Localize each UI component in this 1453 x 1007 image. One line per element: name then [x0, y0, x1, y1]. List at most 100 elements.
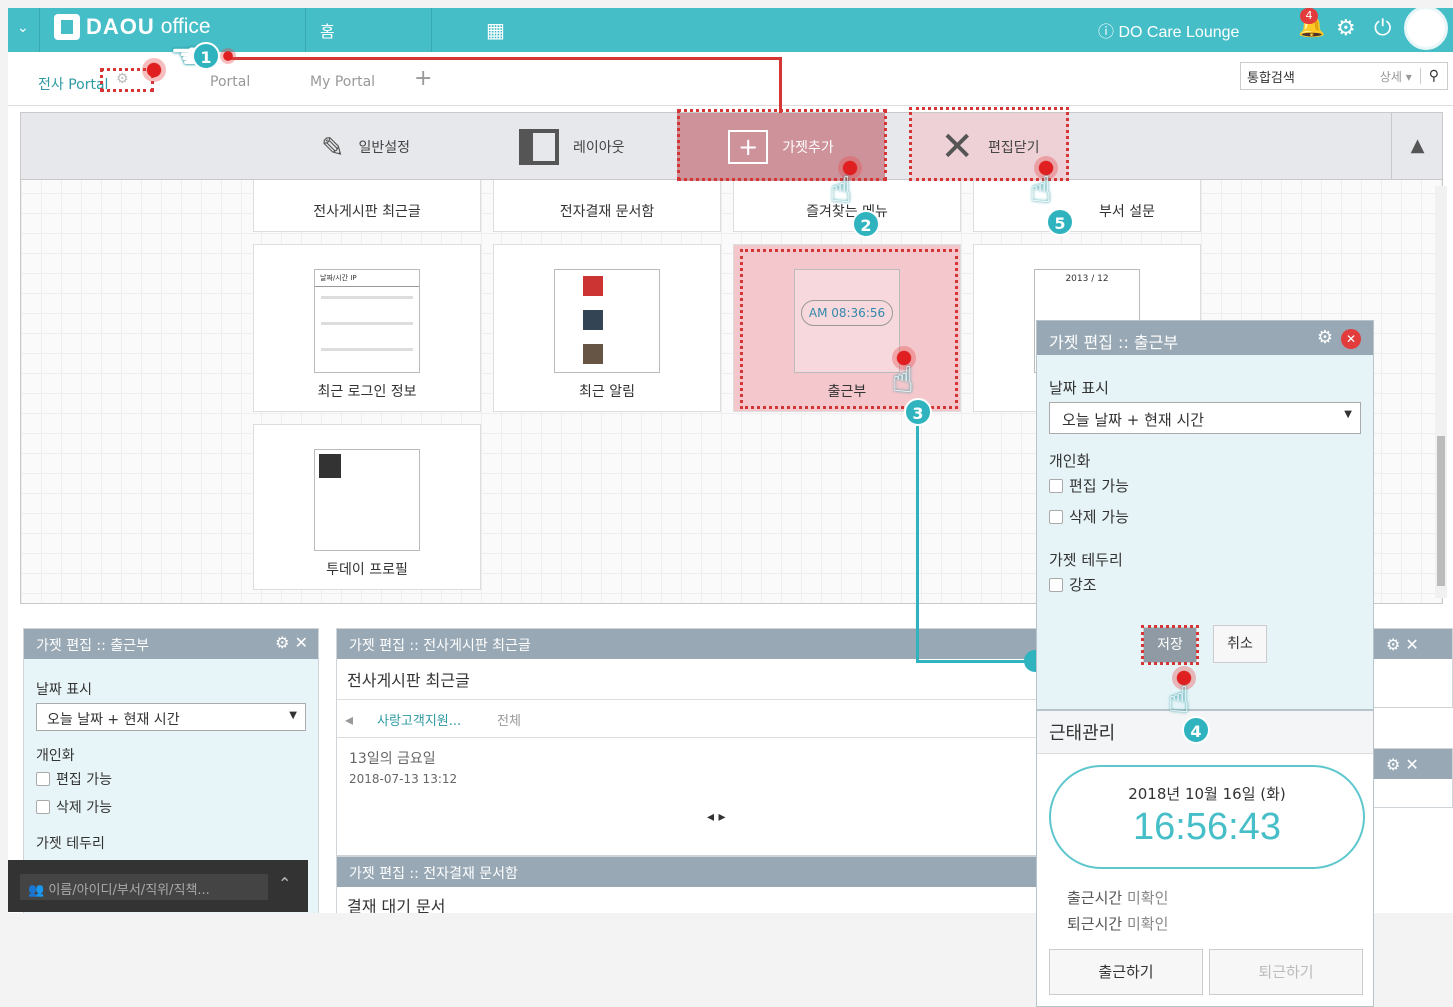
layout-button[interactable]: 레이아웃	[519, 113, 625, 181]
checkin-status: 출근시간 미확인	[1067, 887, 1168, 908]
delete-checkbox[interactable]	[1049, 510, 1063, 524]
general-settings-button[interactable]: ✎ 일반설정	[321, 113, 410, 181]
edit-toolbar: ✎ 일반설정 레이아웃 + 가젯추가 ✕ 편집닫기 ▲	[20, 107, 1443, 181]
board-tab-2[interactable]: 전체	[497, 710, 521, 729]
checkin-button[interactable]: 출근하기	[1049, 949, 1203, 995]
people-search-input[interactable]: 👥 이름/아이디/부서/직위/직책...	[20, 874, 268, 900]
checkout-status: 퇴근시간 미확인	[1067, 913, 1168, 934]
people-search-bar: 👥 이름/아이디/부서/직위/직책... ⌃	[8, 860, 308, 912]
panel-title: 가젯 편집 :: 전자결재 문서함	[349, 866, 518, 882]
tab-prev-icon[interactable]: ◂	[345, 710, 353, 729]
post-title: 13일의 금요일	[349, 751, 436, 767]
step-badge: 5	[1046, 208, 1074, 236]
board-post[interactable]: 13일의 금요일 2018-07-13 13:12	[337, 738, 1055, 796]
delete-checkbox-row[interactable]: 삭제 가능	[36, 797, 306, 817]
login-thumbnail: 날짜/시간 IP	[314, 269, 420, 373]
right-panel-header: ⚙ ✕	[1374, 749, 1452, 779]
tab-portal[interactable]: Portal	[210, 74, 250, 90]
search-input[interactable]: 통합검색	[1241, 67, 1380, 86]
connector-line	[779, 57, 782, 113]
gadget-label: 전사게시판 최근글	[313, 204, 421, 220]
scrollbar-thumb[interactable]	[1437, 436, 1445, 586]
power-icon[interactable]: ⏻	[1374, 16, 1391, 41]
thumb-line	[321, 296, 413, 299]
thumb-calendar-title: 2013 / 12	[1065, 274, 1109, 284]
tab-my-portal[interactable]: My Portal	[310, 74, 375, 90]
add-tab-button[interactable]: +	[414, 66, 432, 91]
gadget-label: 최근 알림	[579, 384, 635, 400]
profile-thumbnail	[314, 449, 420, 551]
board-tabs: ◂ 사랑고객지원... 전체	[337, 700, 1055, 738]
delete-checkbox[interactable]	[36, 800, 50, 814]
post-date: 2018-07-13 13:12	[349, 772, 458, 786]
layout-icon	[519, 129, 559, 165]
edit-checkbox[interactable]	[1049, 479, 1063, 493]
gear-icon[interactable]: ⚙	[1336, 16, 1356, 41]
gadget-card[interactable]: 날짜/시간 IP 최근 로그인 정보	[253, 244, 481, 412]
panel-header: 가젯 편집 :: 출근부 ⚙ ✕	[1037, 321, 1373, 355]
delete-checkbox-row[interactable]: 삭제 가능	[1049, 506, 1361, 527]
save-highlight	[1141, 625, 1199, 665]
panel-title: 가젯 편집 :: 출근부	[1049, 333, 1179, 352]
clock-box: 2018년 10월 16일 (화) 16:56:43	[1049, 765, 1365, 869]
layout-label: 레이아웃	[573, 140, 625, 156]
panel-body: 날짜 표시 오늘 날짜 + 현재 시간 개인화 편집 가능 삭제 가능 가젯 테…	[1037, 355, 1373, 595]
portal-gear-icon[interactable]: ⚙	[116, 71, 129, 87]
right-panel: ⚙ ✕	[1373, 628, 1453, 708]
scrollbar[interactable]	[1435, 186, 1447, 598]
search-box: 통합검색 상세 ▾ ⚲	[1240, 62, 1448, 90]
cancel-button[interactable]: 취소	[1213, 625, 1267, 663]
panel-title: 가젯 편집 :: 출근부	[36, 638, 149, 654]
gadget-label: 최근 로그인 정보	[317, 384, 417, 400]
personal-label: 개인화	[1049, 452, 1091, 470]
collapse-toolbar-button[interactable]: ▲	[1391, 113, 1443, 179]
click-marker	[142, 58, 166, 82]
board-tab-1[interactable]: 사랑고객지원...	[377, 710, 461, 729]
apps-grid-icon[interactable]: ▦	[486, 18, 505, 42]
thumb-line	[321, 348, 413, 351]
gadget-card[interactable]: 최근 알림	[493, 244, 721, 412]
personal-label: 개인화	[36, 748, 75, 764]
pointing-hand-icon: ☝	[1030, 170, 1052, 211]
tab-company-portal[interactable]: 전사 Portal	[38, 74, 108, 94]
search-icon[interactable]: ⚲	[1419, 68, 1447, 84]
pointing-hand-icon: ☝	[830, 170, 852, 211]
avatar[interactable]	[1404, 8, 1448, 50]
pointing-hand-icon: ☝	[892, 360, 914, 401]
gadget-label: 부서 설문	[1099, 204, 1155, 220]
edit-checkbox[interactable]	[36, 772, 50, 786]
chevron-up-icon[interactable]: ⌃	[278, 874, 291, 893]
edit-checkbox-row[interactable]: 편집 가능	[36, 769, 306, 789]
date-select[interactable]: 오늘 날짜 + 현재 시간	[36, 703, 306, 731]
gear-close-icons[interactable]: ⚙ ✕	[1386, 635, 1419, 654]
gear-close-icons[interactable]: ⚙ ✕	[275, 633, 308, 652]
board-heading: 전사게시판 최근글	[337, 659, 1055, 700]
top-bar: ⌄ DAOU office 홈 ▦ ⓘ DO Care Lounge 🔔 4 ⚙ …	[8, 8, 1453, 52]
attendance-highlight	[740, 249, 958, 409]
gear-close-icons[interactable]: ⚙ ✕	[1386, 755, 1419, 774]
thumb-image	[583, 344, 603, 364]
gadget-card[interactable]: 투데이 프로필	[253, 424, 481, 590]
edit-checkbox-label: 편집 가능	[56, 772, 112, 788]
date-select[interactable]: 오늘 날짜 + 현재 시간	[1049, 402, 1361, 434]
panel-header: 가젯 편집 :: 전자결재 문서함	[337, 857, 1055, 887]
right-panel-header: ⚙ ✕	[1374, 629, 1452, 659]
border-label: 가젯 테두리	[1049, 551, 1123, 569]
connector-line	[230, 57, 782, 60]
pager[interactable]: ◂ ▸	[707, 809, 726, 825]
care-lounge-link[interactable]: ⓘ DO Care Lounge	[1098, 18, 1239, 42]
border-label: 가젯 테두리	[36, 836, 105, 852]
gear-icon[interactable]: ⚙	[1317, 327, 1333, 348]
search-detail-dropdown[interactable]: 상세 ▾	[1380, 68, 1420, 85]
checkout-button[interactable]: 퇴근하기	[1209, 949, 1363, 995]
edit-checkbox-row[interactable]: 편집 가능	[1049, 475, 1361, 496]
delete-checkbox-label: 삭제 가능	[1069, 508, 1129, 526]
close-icon[interactable]: ✕	[1341, 329, 1361, 349]
connector-end-dot	[220, 48, 236, 64]
notification-thumbnail	[554, 269, 660, 373]
emphasis-checkbox-row[interactable]: 강조	[1049, 574, 1361, 595]
checkin-value: 미확인	[1126, 889, 1169, 907]
emphasis-checkbox[interactable]	[1049, 578, 1063, 592]
pencil-icon: ✎	[321, 130, 345, 164]
checkout-value: 미확인	[1126, 915, 1169, 933]
